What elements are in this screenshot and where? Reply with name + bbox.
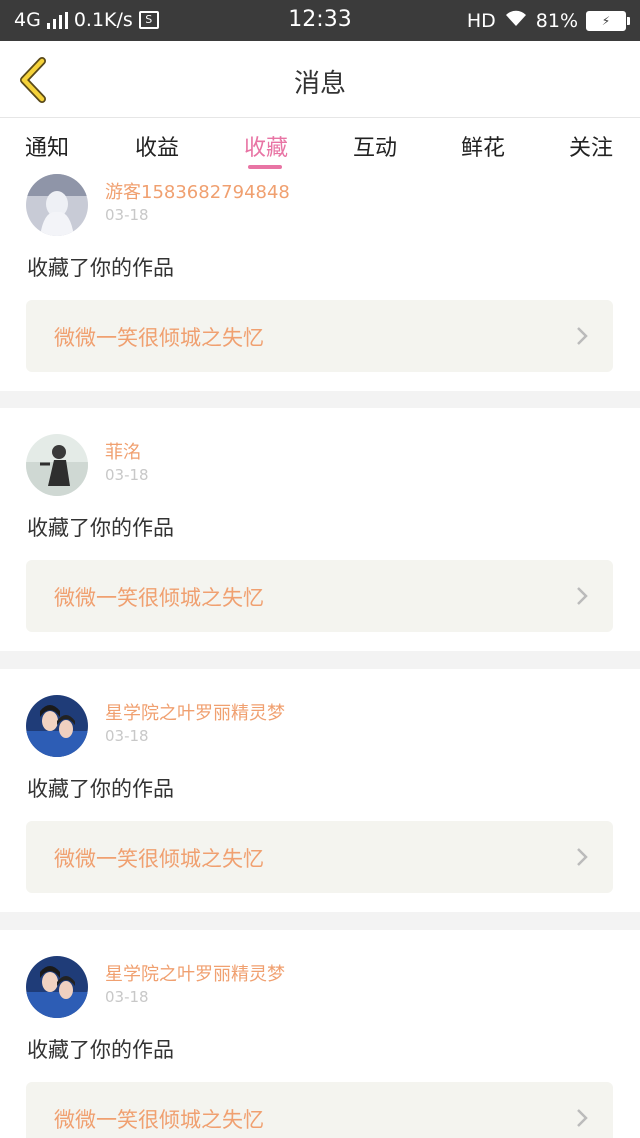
- work-link[interactable]: 微微一笑很倾城之失忆: [26, 300, 613, 372]
- message-action: 收藏了你的作品: [27, 256, 174, 280]
- message-date: 03-18: [105, 206, 149, 224]
- chevron-right-icon: [577, 1109, 588, 1127]
- active-tab-indicator: [248, 165, 282, 169]
- username[interactable]: 星学院之叶罗丽精灵梦: [105, 960, 285, 986]
- message-action: 收藏了你的作品: [27, 516, 174, 540]
- message-card: 星学院之叶罗丽精灵梦 03-18 收藏了你的作品 微微一笑很倾城之失忆: [0, 930, 640, 1138]
- work-title: 微微一笑很倾城之失忆: [54, 1108, 264, 1132]
- avatar[interactable]: [26, 434, 88, 496]
- tab-follow[interactable]: 关注: [569, 130, 613, 162]
- work-link[interactable]: 微微一笑很倾城之失忆: [26, 560, 613, 632]
- avatar[interactable]: [26, 174, 88, 236]
- chevron-right-icon: [577, 848, 588, 866]
- message-list[interactable]: 游客1583682794848 03-18 收藏了你的作品 微微一笑很倾城之失忆…: [0, 174, 640, 1138]
- tab-flowers[interactable]: 鲜花: [461, 130, 505, 162]
- battery-charging-icon: ⚡: [586, 10, 630, 31]
- nav-bar: 消息: [0, 41, 640, 118]
- username[interactable]: 菲洺: [105, 438, 141, 464]
- tab-favorites[interactable]: 收藏: [244, 130, 288, 162]
- username[interactable]: 游客1583682794848: [105, 178, 290, 204]
- message-card: 星学院之叶罗丽精灵梦 03-18 收藏了你的作品 微微一笑很倾城之失忆: [0, 669, 640, 912]
- username[interactable]: 星学院之叶罗丽精灵梦: [105, 699, 285, 725]
- hd-label: HD: [466, 9, 496, 32]
- tab-interaction[interactable]: 互动: [353, 130, 397, 162]
- work-link[interactable]: 微微一笑很倾城之失忆: [26, 1082, 613, 1138]
- status-right: HD 81% ⚡: [467, 9, 630, 32]
- work-title: 微微一笑很倾城之失忆: [54, 586, 264, 610]
- work-link[interactable]: 微微一笑很倾城之失忆: [26, 821, 613, 893]
- avatar[interactable]: [26, 695, 88, 757]
- message-card: 游客1583682794848 03-18 收藏了你的作品 微微一笑很倾城之失忆: [0, 174, 640, 391]
- tab-notice[interactable]: 通知: [25, 130, 69, 162]
- page-title: 消息: [293, 69, 346, 99]
- status-bar: 4G 0.1K/s S 12:33 HD 81% ⚡: [0, 0, 640, 41]
- tab-earnings[interactable]: 收益: [135, 130, 179, 162]
- message-action: 收藏了你的作品: [27, 1038, 174, 1062]
- work-title: 微微一笑很倾城之失忆: [54, 326, 264, 350]
- tab-bar: 通知 收益 收藏 互动 鲜花 关注: [0, 118, 640, 174]
- message-date: 03-18: [105, 727, 149, 745]
- message-date: 03-18: [105, 466, 149, 484]
- message-action: 收藏了你的作品: [27, 777, 174, 801]
- chevron-right-icon: [577, 587, 588, 605]
- chevron-right-icon: [577, 327, 588, 345]
- message-card: 菲洺 03-18 收藏了你的作品 微微一笑很倾城之失忆: [0, 408, 640, 651]
- avatar[interactable]: [26, 956, 88, 1018]
- work-title: 微微一笑很倾城之失忆: [54, 847, 264, 871]
- wifi-icon: [504, 9, 528, 32]
- battery-label: 81%: [535, 9, 578, 32]
- message-date: 03-18: [105, 988, 149, 1006]
